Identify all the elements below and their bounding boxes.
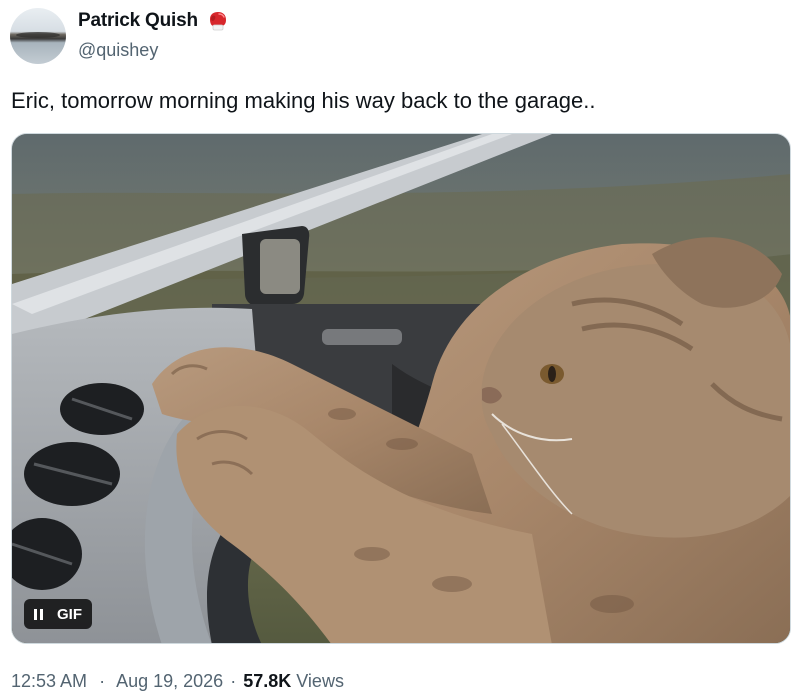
gif-play-pause-button[interactable]: GIF (24, 599, 92, 629)
meta-separator: · (99, 671, 106, 691)
gif-label: GIF (57, 605, 82, 623)
gif-media[interactable]: GIF (11, 133, 791, 644)
tweet-metadata: 12:53 AM · Aug 19, 2026 · 57.8K Views (11, 671, 344, 692)
author-handle[interactable]: @quishey (78, 40, 158, 61)
cat-driving-image (12, 134, 790, 643)
author-display-name[interactable]: Patrick Quish (78, 10, 198, 32)
tweet-date: Aug 19, 2026 (116, 671, 224, 691)
author-avatar[interactable] (10, 8, 66, 64)
views-label: Views (296, 671, 344, 691)
pause-icon (34, 608, 43, 620)
author-name-row: Patrick Quish (78, 10, 228, 32)
tweet-text: Eric, tomorrow morning making his way ba… (11, 88, 596, 113)
tweet-time-link[interactable]: 12:53 AM · Aug 19, 2026 (11, 671, 223, 692)
tweet-time: 12:53 AM (11, 671, 88, 691)
meta-separator: · (230, 671, 237, 691)
views-count[interactable]: 57.8K (243, 671, 291, 692)
boxing-glove-icon (206, 10, 228, 32)
